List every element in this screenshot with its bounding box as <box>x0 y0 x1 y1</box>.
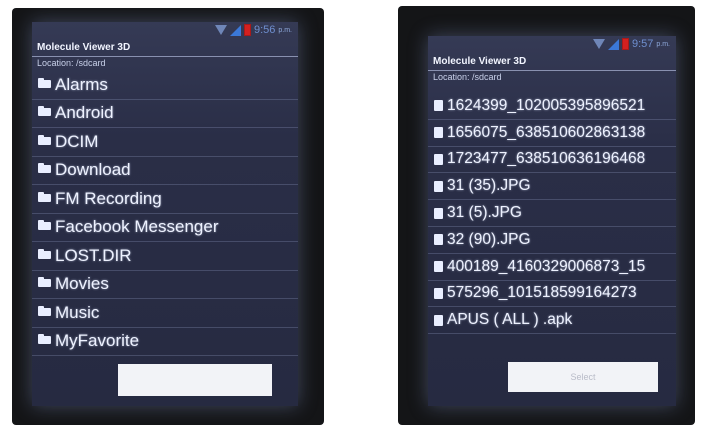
folder-name: LOST.DIR <box>55 245 132 265</box>
status-indicators: 9:57 p.m. <box>592 38 670 50</box>
file-list: Alarms Android DCIM Download FM Recordin… <box>32 71 298 356</box>
signal-icon <box>229 24 241 36</box>
file-icon <box>434 234 443 246</box>
app-title: Molecule Viewer 3D <box>428 54 676 71</box>
folder-icon <box>38 106 51 117</box>
file-icon <box>434 287 443 299</box>
folder-name: Facebook Messenger <box>55 217 219 237</box>
folder-icon <box>38 134 51 145</box>
folder-item[interactable]: LOST.DIR <box>32 242 298 271</box>
location-path: Location: /sdcard <box>37 58 106 68</box>
status-bar: 9:56 p.m. <box>32 22 298 40</box>
phone-left: 9:56 p.m. Molecule Viewer 3D Location: /… <box>12 8 324 425</box>
folder-item[interactable]: Alarms <box>32 71 298 100</box>
select-button[interactable]: Select <box>508 362 658 392</box>
screen-right: 9:57 p.m. Molecule Viewer 3D Location: /… <box>428 36 676 406</box>
folder-item[interactable]: FM Recording <box>32 185 298 214</box>
file-name: 400189_4160329006873_15 <box>447 257 646 275</box>
folder-item[interactable]: Android <box>32 100 298 128</box>
folder-icon <box>38 277 51 288</box>
clock: 9:57 <box>631 38 654 50</box>
file-name: APUS ( ALL ) .apk <box>447 311 573 329</box>
file-name: 1656075_638510602863138 <box>447 123 646 141</box>
folder-item[interactable]: MyFavorite <box>32 328 298 356</box>
folder-name: Android <box>55 103 114 123</box>
folder-icon <box>38 305 51 316</box>
battery-icon <box>243 24 251 36</box>
select-button[interactable] <box>118 364 272 396</box>
file-icon <box>434 261 443 273</box>
file-name: 31 (5).JPG <box>447 204 522 222</box>
clock-ampm: p.m. <box>278 26 292 34</box>
folder-name: FM Recording <box>55 188 162 208</box>
folder-name: Download <box>55 160 131 180</box>
folder-name: Music <box>55 302 100 322</box>
file-icon <box>434 153 443 165</box>
file-name: 1723477_638510636196468 <box>447 150 646 168</box>
folder-name: Movies <box>55 274 109 294</box>
phone-right: 9:57 p.m. Molecule Viewer 3D Location: /… <box>398 6 695 425</box>
file-list: 1624399_102005395896521 1656075_63851060… <box>428 93 676 335</box>
wifi-icon <box>592 39 605 49</box>
folder-item[interactable]: DCIM <box>32 128 298 157</box>
file-item[interactable]: 32 (90).JPG <box>428 227 676 254</box>
clock: 9:56 <box>253 24 276 36</box>
folder-item[interactable]: Music <box>32 299 298 328</box>
folder-item[interactable]: Facebook Messenger <box>32 214 298 242</box>
file-item[interactable]: 400189_4160329006873_15 <box>428 254 676 281</box>
status-bar: 9:57 p.m. <box>428 36 676 54</box>
clock-ampm: p.m. <box>656 40 670 48</box>
folder-item[interactable]: Download <box>32 157 298 185</box>
signal-icon <box>607 38 619 50</box>
folder-icon <box>38 220 51 231</box>
file-name: 1624399_102005395896521 <box>447 96 646 114</box>
file-item[interactable]: 1656075_638510602863138 <box>428 120 676 147</box>
file-item[interactable]: 31 (5).JPG <box>428 200 676 227</box>
file-item[interactable]: 1723477_638510636196468 <box>428 147 676 174</box>
folder-icon <box>38 248 51 259</box>
folder-icon <box>38 334 51 345</box>
screen-left: 9:56 p.m. Molecule Viewer 3D Location: /… <box>32 22 298 406</box>
file-item[interactable]: APUS ( ALL ) .apk <box>428 307 676 335</box>
file-item[interactable]: 1624399_102005395896521 <box>428 93 676 120</box>
folder-name: MyFavorite <box>55 331 140 351</box>
folder-icon <box>38 77 51 88</box>
folder-name: Alarms <box>55 74 108 94</box>
status-indicators: 9:56 p.m. <box>214 24 292 36</box>
file-name: 575296_101518599164273 <box>447 284 637 302</box>
file-name: 31 (35).JPG <box>447 177 531 195</box>
folder-icon <box>38 191 51 202</box>
file-icon <box>434 314 443 326</box>
file-name: 32 (90).JPG <box>447 230 531 248</box>
wifi-icon <box>214 25 227 35</box>
file-icon <box>434 180 443 192</box>
folder-item[interactable]: Movies <box>32 271 298 299</box>
folder-icon <box>38 163 51 174</box>
file-icon <box>434 100 443 112</box>
battery-icon <box>621 38 629 50</box>
file-icon <box>434 207 443 219</box>
file-item[interactable]: 575296_101518599164273 <box>428 281 676 308</box>
app-title: Molecule Viewer 3D <box>32 40 298 57</box>
file-item[interactable]: 31 (35).JPG <box>428 173 676 201</box>
folder-name: DCIM <box>55 131 99 151</box>
file-icon <box>434 127 443 139</box>
location-path: Location: /sdcard <box>433 72 502 82</box>
